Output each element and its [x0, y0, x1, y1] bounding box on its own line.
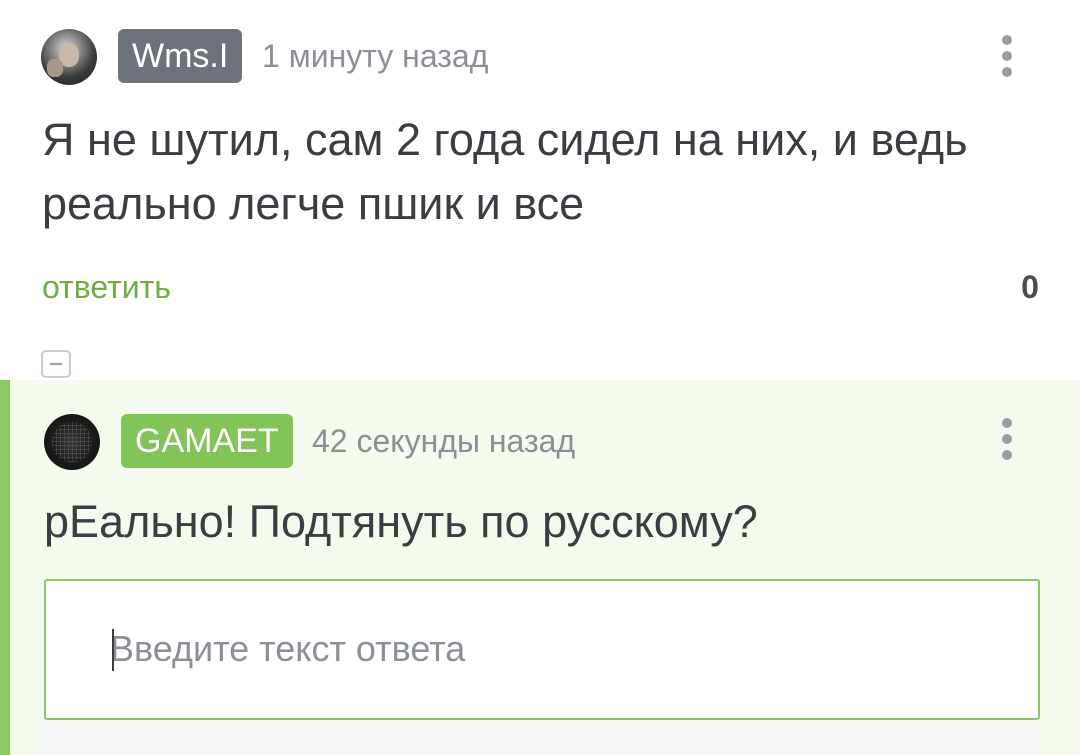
reply-input[interactable]	[110, 621, 990, 677]
more-vertical-icon[interactable]	[995, 33, 1019, 83]
comment-text: Я не шутил, сам 2 года сидел на них, и в…	[42, 114, 968, 229]
reply-toolbar	[44, 720, 1040, 755]
comment-timestamp: 1 минуту назад	[262, 38, 489, 74]
dot	[1002, 418, 1012, 428]
reply-input-box[interactable]	[44, 579, 1040, 720]
avatar-hand	[47, 59, 63, 77]
dot	[1002, 67, 1012, 77]
thread-indicator	[0, 380, 10, 755]
collapse-minus-icon[interactable]	[41, 350, 71, 378]
dot	[1002, 35, 1012, 45]
comment-rating: 0	[1021, 269, 1039, 305]
author-badge[interactable]: GAMAET	[121, 414, 293, 468]
avatar[interactable]	[44, 414, 100, 470]
dot	[1002, 51, 1012, 61]
avatar[interactable]	[41, 29, 97, 85]
author-badge[interactable]: Wms.I	[118, 29, 243, 83]
comment-card: Wms.I 1 минуту назад Я не шутил, сам 2 г…	[0, 0, 1080, 380]
more-vertical-icon[interactable]	[995, 416, 1019, 466]
dot	[1002, 434, 1012, 444]
comment-text: рЕально! Подтянуть по русскому?	[44, 496, 758, 547]
text-caret	[112, 629, 114, 671]
reply-button[interactable]: ответить	[42, 265, 171, 309]
dot	[1002, 450, 1012, 460]
comment-timestamp: 42 секунды назад	[312, 423, 576, 459]
